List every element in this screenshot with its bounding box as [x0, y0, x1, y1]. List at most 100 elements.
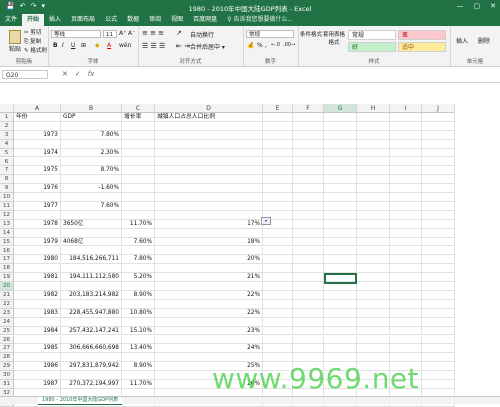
borders-icon[interactable]: ⊞	[81, 42, 86, 49]
row-header[interactable]: 10	[0, 193, 14, 202]
select-all-corner[interactable]	[0, 104, 14, 113]
cell-c25[interactable]: 15.10%	[122, 326, 155, 336]
cell-a28[interactable]	[14, 353, 61, 363]
cell-j3[interactable]	[422, 130, 455, 140]
cell-a6[interactable]	[14, 157, 61, 167]
cell-b4[interactable]	[61, 139, 122, 149]
row-header[interactable]: 16	[0, 246, 14, 256]
cell-g21[interactable]	[324, 291, 357, 300]
cell-a26[interactable]	[14, 335, 61, 345]
name-box[interactable]: G20	[2, 70, 48, 79]
cell-h6[interactable]	[357, 157, 390, 167]
cell-i18[interactable]	[390, 264, 422, 274]
cell-d28[interactable]	[155, 353, 263, 363]
tab-insert[interactable]: 插入	[44, 14, 66, 26]
cell-g15[interactable]	[324, 237, 357, 247]
cell-h13[interactable]	[357, 219, 390, 229]
fx-icon[interactable]: fx	[88, 70, 95, 78]
cell-c13[interactable]: 11.70%	[122, 219, 155, 229]
cell-c16[interactable]	[122, 246, 155, 256]
cell-f10[interactable]	[293, 193, 324, 202]
shrink-font-button[interactable]: A⁻	[128, 30, 135, 37]
grow-font-button[interactable]: A⁺	[119, 30, 126, 37]
cell-d17[interactable]: 20%	[155, 255, 263, 265]
row-header[interactable]: 14	[0, 228, 14, 238]
cell-a3[interactable]: 1973	[14, 130, 61, 140]
row-header[interactable]: 3	[0, 130, 14, 140]
column-header-c[interactable]: C	[122, 104, 155, 113]
cell-h20[interactable]	[357, 282, 390, 291]
cell-g14[interactable]	[324, 228, 357, 238]
cell-g2[interactable]	[324, 121, 357, 131]
cell-j29[interactable]	[422, 362, 455, 372]
column-header-i[interactable]: I	[390, 104, 422, 113]
cell-c24[interactable]	[122, 317, 155, 327]
cell-i11[interactable]	[390, 202, 422, 211]
cell-f27[interactable]	[293, 344, 324, 354]
cell-e14[interactable]	[263, 228, 293, 238]
cell-d9[interactable]	[155, 184, 263, 194]
percent-button[interactable]: %	[257, 42, 263, 49]
cell-h12[interactable]	[357, 210, 390, 220]
cell-h9[interactable]	[357, 184, 390, 194]
cell-h27[interactable]	[357, 344, 390, 354]
cell-j17[interactable]	[422, 255, 455, 265]
cell-h1[interactable]	[357, 113, 390, 122]
cell-j25[interactable]	[422, 326, 455, 336]
cell-c27[interactable]: 13.40%	[122, 344, 155, 354]
font-name-select[interactable]: 等线	[51, 30, 101, 38]
cell-i9[interactable]	[390, 184, 422, 194]
row-header[interactable]: 13	[0, 219, 14, 229]
cell-b31[interactable]: 270,372,194,997	[61, 380, 122, 389]
cell-b28[interactable]	[61, 353, 122, 363]
cell-j2[interactable]	[422, 121, 455, 131]
cell-h11[interactable]	[357, 202, 390, 211]
style-normal[interactable]: 常规	[348, 30, 396, 40]
cell-i21[interactable]	[390, 291, 422, 300]
cell-h10[interactable]	[357, 193, 390, 202]
cell-f21[interactable]	[293, 291, 324, 300]
cell-f11[interactable]	[293, 202, 324, 211]
cell-c1[interactable]: 增长率	[122, 113, 155, 122]
cell-h22[interactable]	[357, 299, 390, 309]
cell-e27[interactable]	[263, 344, 293, 354]
cell-h25[interactable]	[357, 326, 390, 336]
cell-c26[interactable]	[122, 335, 155, 345]
row-header[interactable]: 8	[0, 175, 14, 185]
cell-f4[interactable]	[293, 139, 324, 149]
column-header-j[interactable]: J	[422, 104, 455, 113]
cell-i13[interactable]	[390, 219, 422, 229]
cell-h5[interactable]	[357, 148, 390, 158]
cell-b29[interactable]: 297,831,879,942	[61, 362, 122, 372]
cell-i8[interactable]	[390, 175, 422, 185]
column-header-b[interactable]: B	[61, 104, 122, 113]
cell-g6[interactable]	[324, 157, 357, 167]
decrease-decimal-button[interactable]: .00→	[283, 42, 295, 48]
cell-e2[interactable]	[263, 121, 293, 131]
cell-c22[interactable]	[122, 299, 155, 309]
cell-g23[interactable]	[324, 308, 357, 318]
cell-g5[interactable]	[324, 148, 357, 158]
format-painter-button[interactable]: ✎ 格式刷	[24, 46, 47, 54]
cell-j12[interactable]	[422, 210, 455, 220]
column-header-h[interactable]: H	[357, 104, 390, 113]
cell-e19[interactable]	[263, 273, 293, 283]
cell-d20[interactable]	[155, 282, 263, 291]
cell-b23[interactable]: 228,455,947,880	[61, 308, 122, 318]
cell-i19[interactable]	[390, 273, 422, 283]
cell-e11[interactable]	[263, 202, 293, 211]
cell-e5[interactable]	[263, 148, 293, 158]
quick-analysis-icon[interactable]: ▾	[261, 217, 271, 225]
cell-i2[interactable]	[390, 121, 422, 131]
cell-f19[interactable]	[293, 273, 324, 283]
row-header[interactable]: 21	[0, 291, 14, 300]
cell-h23[interactable]	[357, 308, 390, 318]
row-header[interactable]: 25	[0, 326, 14, 336]
paste-button[interactable]: 粘贴	[4, 28, 26, 54]
cell-j9[interactable]	[422, 184, 455, 194]
cell-a12[interactable]	[14, 210, 61, 220]
cell-d18[interactable]	[155, 264, 263, 274]
cell-d3[interactable]	[155, 130, 263, 140]
indent-icon[interactable]: ⇤ ⇥	[176, 42, 190, 50]
cell-d19[interactable]: 21%	[155, 273, 263, 283]
